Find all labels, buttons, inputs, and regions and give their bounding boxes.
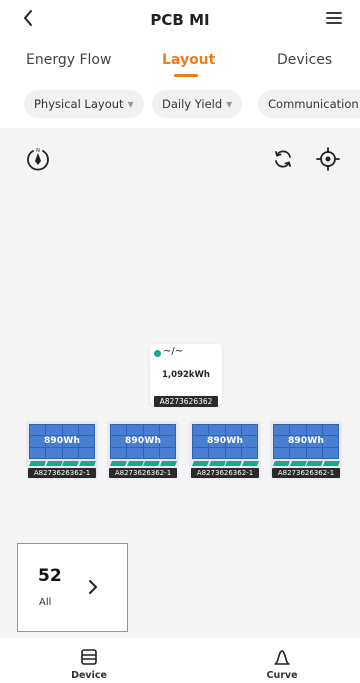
panel-serial: A8273626362-1 [28,468,96,478]
refresh-icon [275,150,291,168]
device-count: 52 [38,566,62,586]
solar-panel[interactable]: 890Wh A8273626362-1 [270,421,342,479]
tab-devices[interactable]: Devices [277,52,332,68]
gateway-card[interactable]: ~/~ 1,092kWh A8273626362 [150,344,222,407]
filter-daily-yield[interactable]: Daily Yield ▼ [152,90,243,118]
refresh-button[interactable] [270,146,296,172]
active-tab-indicator [174,74,198,77]
header: PCB MI [0,0,360,40]
panel-serial: A8273626362-1 [191,468,259,478]
locate-icon [316,147,340,171]
hamburger-menu-icon [326,12,342,24]
panel-serial: A8273626362-1 [109,468,177,478]
gateway-serial: A8273626362 [154,396,218,407]
menu-button[interactable] [322,6,346,30]
panel-serial: A8273626362-1 [272,468,340,478]
panel-yield: 890Wh [124,436,162,446]
nav-device[interactable]: Device [59,648,119,681]
svg-text:N: N [36,148,40,154]
tab-bar: Energy Flow Layout Devices [0,44,360,82]
caret-down-icon: ▼ [226,99,233,109]
page-title: PCB MI [150,11,210,29]
solar-panel[interactable]: 890Wh A8273626362-1 [26,421,98,479]
gateway-energy: 1,092kWh [162,370,210,380]
filter-label: Communication [268,97,359,111]
panel-status-bars [29,461,95,466]
chevron-right-icon [89,580,97,594]
compass-button[interactable]: N [25,146,51,172]
panel-status-bars [192,461,258,466]
device-icon [81,649,97,665]
panel-yield: 890Wh [43,436,81,446]
device-summary-card[interactable]: 52 All [17,543,128,632]
tab-layout[interactable]: Layout [162,52,215,68]
panel-status-bars [110,461,176,466]
nav-device-label: Device [71,670,107,681]
locate-button[interactable] [315,146,341,172]
filter-label: Physical Layout [34,97,124,111]
status-dot [154,350,161,357]
inverter-icon: ~/~ [163,346,184,357]
tab-energy-flow[interactable]: Energy Flow [26,52,111,68]
filter-communication[interactable]: Communication [258,90,360,118]
filter-label: Daily Yield [162,97,223,111]
nav-curve-label: Curve [266,670,298,681]
compass-icon: N [27,148,49,171]
filter-physical-layout[interactable]: Physical Layout ▼ [24,90,144,118]
solar-panel[interactable]: 890Wh A8273626362-1 [189,421,261,479]
device-count-label: All [39,597,52,608]
panel-yield: 890Wh [206,436,244,446]
filter-bar: Physical Layout ▼ Daily Yield ▼ Communicat… [0,90,360,118]
nav-curve[interactable]: Curve [252,648,312,681]
panel-status-bars [273,461,339,466]
bottom-nav: Device Curve [0,638,360,683]
caret-down-icon: ▼ [127,99,134,109]
solar-panel[interactable]: 890Wh A8273626362-1 [107,421,179,479]
curve-icon [274,650,290,665]
panel-yield: 890Wh [287,436,325,446]
